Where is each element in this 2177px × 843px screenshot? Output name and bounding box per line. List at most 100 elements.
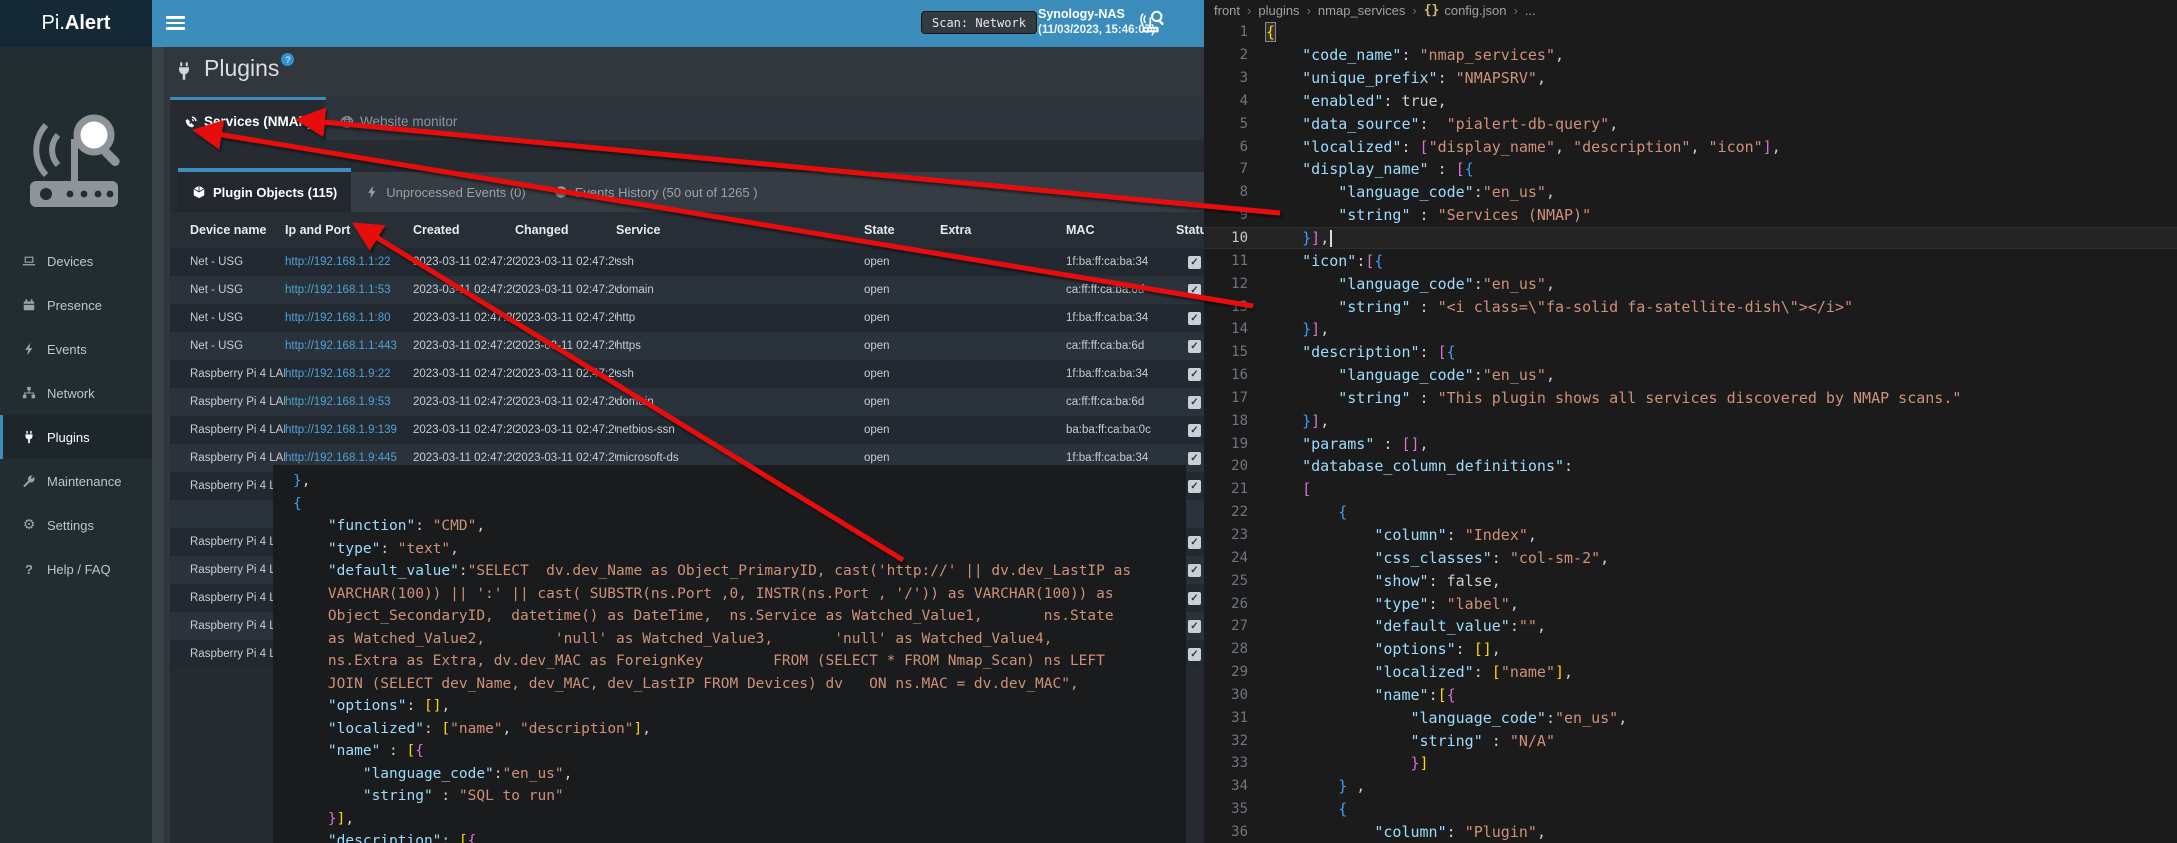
breadcrumb-item[interactable]: ... bbox=[1525, 3, 1536, 18]
vscode-editor[interactable]: front›plugins›nmap_services›{}config.jso… bbox=[1204, 0, 2177, 843]
status-checkbox[interactable]: ✓ bbox=[1188, 284, 1201, 297]
column-header-changed[interactable]: Changed bbox=[515, 223, 616, 237]
tab-label: Plugin Objects (115) bbox=[213, 185, 337, 200]
status-checkbox[interactable]: ✓ bbox=[1188, 592, 1201, 605]
editor-line: 25 "show": false, bbox=[1204, 569, 2177, 592]
ip-port-link[interactable]: http://192.168.1.9:445 bbox=[285, 452, 397, 464]
editor-line: 6 "localized": ["display_name", "descrip… bbox=[1204, 135, 2177, 158]
status-checkbox[interactable]: ✓ bbox=[1188, 396, 1201, 409]
column-header-state[interactable]: State bbox=[864, 223, 940, 237]
line-number: 36 bbox=[1204, 824, 1266, 840]
line-number: 34 bbox=[1204, 778, 1266, 794]
sql-config-code-popup[interactable]: },{ "function": "CMD", "type": "text", "… bbox=[273, 465, 1186, 843]
column-header-device-name[interactable]: Device name bbox=[170, 223, 285, 237]
table-row: Raspberry Pi 4 LANhttp://192.168.1.9:532… bbox=[170, 388, 1204, 416]
table-cell: ssh bbox=[616, 368, 864, 380]
table-cell: 2023-03-11 02:47:20 bbox=[413, 284, 515, 296]
status-checkbox[interactable]: ✓ bbox=[1188, 256, 1201, 269]
line-number: 24 bbox=[1204, 550, 1266, 566]
sidebar: DevicesPresenceEventsNetworkPluginsMaint… bbox=[0, 47, 152, 843]
tab-plugin-objects-115[interactable]: Plugin Objects (115) bbox=[178, 172, 351, 212]
scan-status-badge: Scan: Network bbox=[921, 11, 1037, 34]
table-cell: https bbox=[616, 340, 864, 352]
editor-line: 24 "css_classes": "col-sm-2", bbox=[1204, 546, 2177, 569]
table-cell: open bbox=[864, 284, 940, 296]
tab-label: Services (NMAP) bbox=[204, 114, 312, 129]
ip-port-link[interactable]: http://192.168.1.1:22 bbox=[285, 256, 391, 268]
editor-line: 16 "language_code":"en_us", bbox=[1204, 364, 2177, 387]
column-header-service[interactable]: Service bbox=[616, 223, 864, 237]
breadcrumb[interactable]: front›plugins›nmap_services›{}config.jso… bbox=[1214, 0, 1536, 21]
status-checkbox[interactable]: ✓ bbox=[1188, 424, 1201, 437]
object-tabs: Plugin Objects (115) Unprocessed Events (… bbox=[178, 172, 1204, 212]
column-header-status[interactable]: Status bbox=[1176, 223, 1204, 237]
sidebar-item-presence[interactable]: Presence bbox=[0, 283, 152, 327]
editor-line: 34 } , bbox=[1204, 775, 2177, 798]
column-header-mac[interactable]: MAC bbox=[1066, 223, 1176, 237]
status-checkbox[interactable]: ✓ bbox=[1188, 480, 1201, 493]
editor-line: 28 "options": [], bbox=[1204, 638, 2177, 661]
status-checkbox[interactable]: ✓ bbox=[1188, 312, 1201, 325]
sidebar-item-settings[interactable]: ⚙Settings bbox=[0, 503, 152, 547]
status-checkbox[interactable]: ✓ bbox=[1188, 368, 1201, 381]
editor-code[interactable]: 1{2 "code_name": "nmap_services",3 "uniq… bbox=[1204, 21, 2177, 843]
sidebar-item-help-faq[interactable]: ?Help / FAQ bbox=[0, 547, 152, 591]
satellite-dish-icon bbox=[184, 115, 198, 129]
ip-port-link[interactable]: http://192.168.1.9:53 bbox=[285, 396, 391, 408]
ip-port-link[interactable]: http://192.168.1.9:22 bbox=[285, 368, 391, 380]
help-bubble[interactable]: ? bbox=[281, 53, 294, 66]
table-cell: ssh bbox=[616, 256, 864, 268]
column-header-created[interactable]: Created bbox=[413, 223, 515, 237]
tab-website-monitor[interactable]: Website monitor bbox=[326, 97, 471, 143]
page-scrollbar[interactable] bbox=[152, 47, 164, 843]
line-number: 15 bbox=[1204, 344, 1266, 360]
table-cell: Raspberry Pi 4 LAN bbox=[170, 564, 285, 576]
ip-port-link[interactable]: http://192.168.1.1:53 bbox=[285, 284, 391, 296]
status-checkbox[interactable]: ✓ bbox=[1188, 620, 1201, 633]
tab-events-history-50-out-of-1265[interactable]: Events History (50 out of 1265 ) bbox=[540, 172, 772, 212]
table-cell: Net - USG bbox=[170, 256, 285, 268]
table-cell: 2023-03-11 02:47:20 bbox=[515, 312, 616, 324]
table-row: Raspberry Pi 4 LANhttp://192.168.1.9:139… bbox=[170, 416, 1204, 444]
line-number: 6 bbox=[1204, 139, 1266, 155]
sidebar-item-plugins[interactable]: Plugins bbox=[0, 415, 152, 459]
tab-unprocessed-events-0[interactable]: Unprocessed Events (0) bbox=[351, 172, 539, 212]
table-cell: 2023-03-11 02:47:20 bbox=[515, 424, 616, 436]
line-number: 13 bbox=[1204, 299, 1266, 315]
top-navbar: Pi.Alert Scan: Network Synology-NAS (11/… bbox=[0, 0, 1204, 47]
sidebar-toggle-icon[interactable] bbox=[166, 16, 185, 31]
editor-line: 15 "description": [{ bbox=[1204, 341, 2177, 364]
breadcrumb-item[interactable]: {}config.json bbox=[1424, 3, 1507, 18]
code-line: JOIN (SELECT dev_Name, dev_MAC, dev_Last… bbox=[293, 673, 1186, 696]
line-number: 2 bbox=[1204, 47, 1266, 63]
code-line: ns.Extra as Extra, dv.dev_MAC as Foreign… bbox=[293, 650, 1186, 673]
table-cell: netbios-ssn bbox=[616, 424, 864, 436]
line-number: 25 bbox=[1204, 573, 1266, 589]
status-checkbox[interactable]: ✓ bbox=[1188, 340, 1201, 353]
ip-port-link[interactable]: http://192.168.1.1:443 bbox=[285, 340, 397, 352]
brand-logo[interactable]: Pi.Alert bbox=[0, 0, 152, 47]
editor-line: 2 "code_name": "nmap_services", bbox=[1204, 44, 2177, 67]
editor-line: 1{ bbox=[1204, 21, 2177, 44]
breadcrumb-item[interactable]: front bbox=[1214, 3, 1240, 18]
status-checkbox[interactable]: ✓ bbox=[1188, 536, 1201, 549]
ip-port-link[interactable]: http://192.168.1.9:139 bbox=[285, 424, 397, 436]
table-row: Net - USGhttp://192.168.1.1:4432023-03-1… bbox=[170, 332, 1204, 360]
table-cell: 2023-03-11 02:47:20 bbox=[515, 340, 616, 352]
table-cell: ca:ff:ff:ca:ba:6d bbox=[1066, 396, 1176, 408]
ip-port-link[interactable]: http://192.168.1.1:80 bbox=[285, 312, 391, 324]
column-header-ip-and-port[interactable]: Ip and Port bbox=[285, 223, 413, 237]
sidebar-item-devices[interactable]: Devices bbox=[0, 239, 152, 283]
tab-services-nmap-[interactable]: Services (NMAP) bbox=[170, 97, 326, 143]
status-checkbox[interactable]: ✓ bbox=[1188, 564, 1201, 577]
line-number: 11 bbox=[1204, 253, 1266, 269]
sidebar-item-events[interactable]: Events bbox=[0, 327, 152, 371]
line-number: 33 bbox=[1204, 755, 1266, 771]
column-header-extra[interactable]: Extra bbox=[940, 223, 1066, 237]
breadcrumb-item[interactable]: plugins bbox=[1258, 3, 1299, 18]
sidebar-item-network[interactable]: Network bbox=[0, 371, 152, 415]
status-checkbox[interactable]: ✓ bbox=[1188, 452, 1201, 465]
sidebar-item-maintenance[interactable]: Maintenance bbox=[0, 459, 152, 503]
breadcrumb-item[interactable]: nmap_services bbox=[1318, 3, 1405, 18]
status-checkbox[interactable]: ✓ bbox=[1188, 648, 1201, 661]
